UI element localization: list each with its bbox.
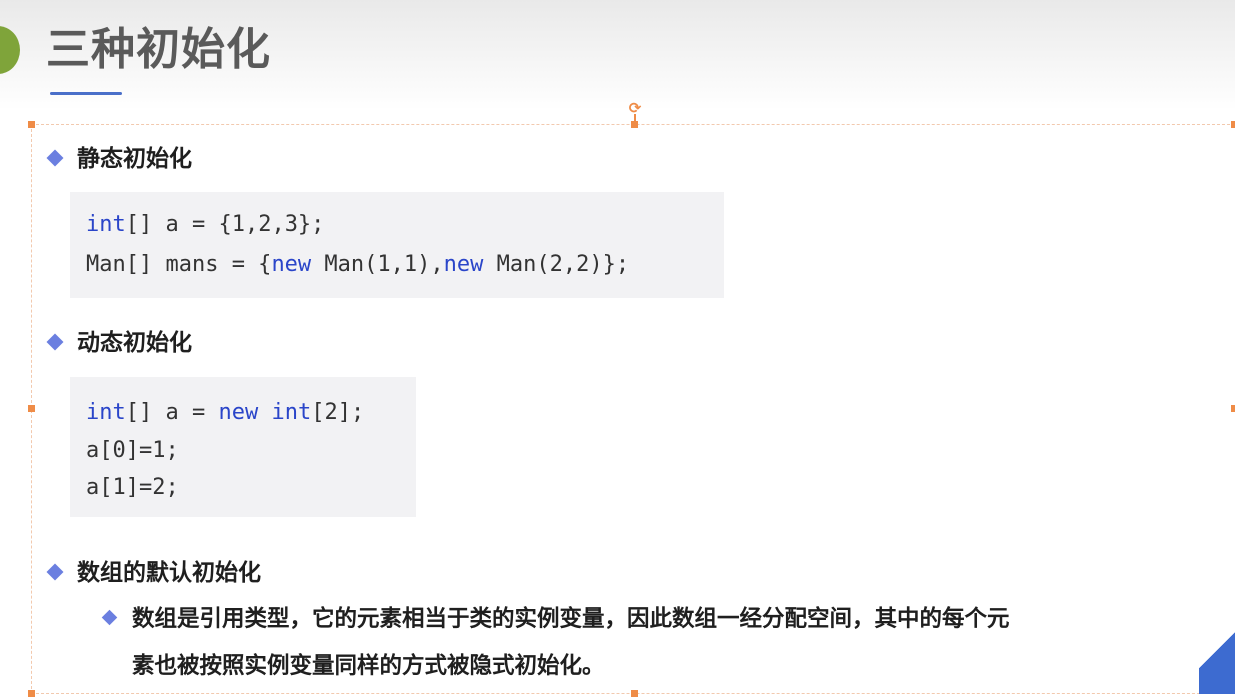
code-text: Man(1,1), <box>311 252 444 277</box>
body-text-line-1: 数组是引用类型，它的元素相当于类的实例变量，因此数组一经分配空间，其中的每个元 <box>132 606 1010 632</box>
code-line: a[0]=1; <box>86 436 179 466</box>
title-underline <box>50 92 122 95</box>
diamond-bullet-icon <box>46 149 64 167</box>
code-text: a[0]=1; <box>86 438 179 463</box>
code-text: [] a = <box>125 400 219 425</box>
code-text: Man(2,2)}; <box>483 252 630 277</box>
section-heading-static: 静态初始化 <box>77 146 192 172</box>
code-keyword: int <box>271 400 312 425</box>
code-line: a[1]=2; <box>86 473 179 503</box>
page-title: 三种初始化 <box>46 24 271 75</box>
body-text-line-2: 素也被按照实例变量同样的方式被隐式初始化。 <box>132 653 605 679</box>
code-text: Man[] mans = { <box>86 252 272 277</box>
code-keyword: new <box>218 400 259 425</box>
resize-handle-bottom-left[interactable] <box>28 690 35 697</box>
code-keyword: new <box>443 252 484 277</box>
diamond-bullet-icon <box>101 609 118 626</box>
resize-handle-top-right[interactable] <box>1231 121 1235 128</box>
resize-handle-middle-right[interactable] <box>1231 405 1235 412</box>
diamond-bullet-icon <box>46 563 64 581</box>
code-text: [2]; <box>311 400 365 425</box>
code-block-dynamic: int[] a = new int[2]; a[0]=1; a[1]=2; <box>70 377 416 517</box>
resize-handle-top-left[interactable] <box>28 121 35 128</box>
code-keyword: int <box>86 400 126 425</box>
diamond-bullet-icon <box>46 333 64 351</box>
code-keyword: int <box>86 212 126 237</box>
code-line: int[] a = new int[2]; <box>86 398 364 428</box>
resize-handle-middle-left[interactable] <box>28 405 35 412</box>
code-line: Man[] mans = {new Man(1,1),new Man(2,2)}… <box>86 250 629 280</box>
code-line: int[] a = {1,2,3}; <box>86 210 324 240</box>
resize-handle-bottom-center[interactable] <box>631 690 638 697</box>
corner-decoration-shape <box>1199 606 1235 694</box>
resize-handle-top-center[interactable] <box>631 121 638 128</box>
code-text: a[1]=2; <box>86 475 179 500</box>
code-text: [] a = {1,2,3}; <box>125 212 325 237</box>
code-keyword: new <box>271 252 312 277</box>
section-heading-dynamic: 动态初始化 <box>77 330 192 356</box>
section-heading-default: 数组的默认初始化 <box>77 560 261 586</box>
code-block-static: int[] a = {1,2,3}; Man[] mans = {new Man… <box>70 192 724 298</box>
